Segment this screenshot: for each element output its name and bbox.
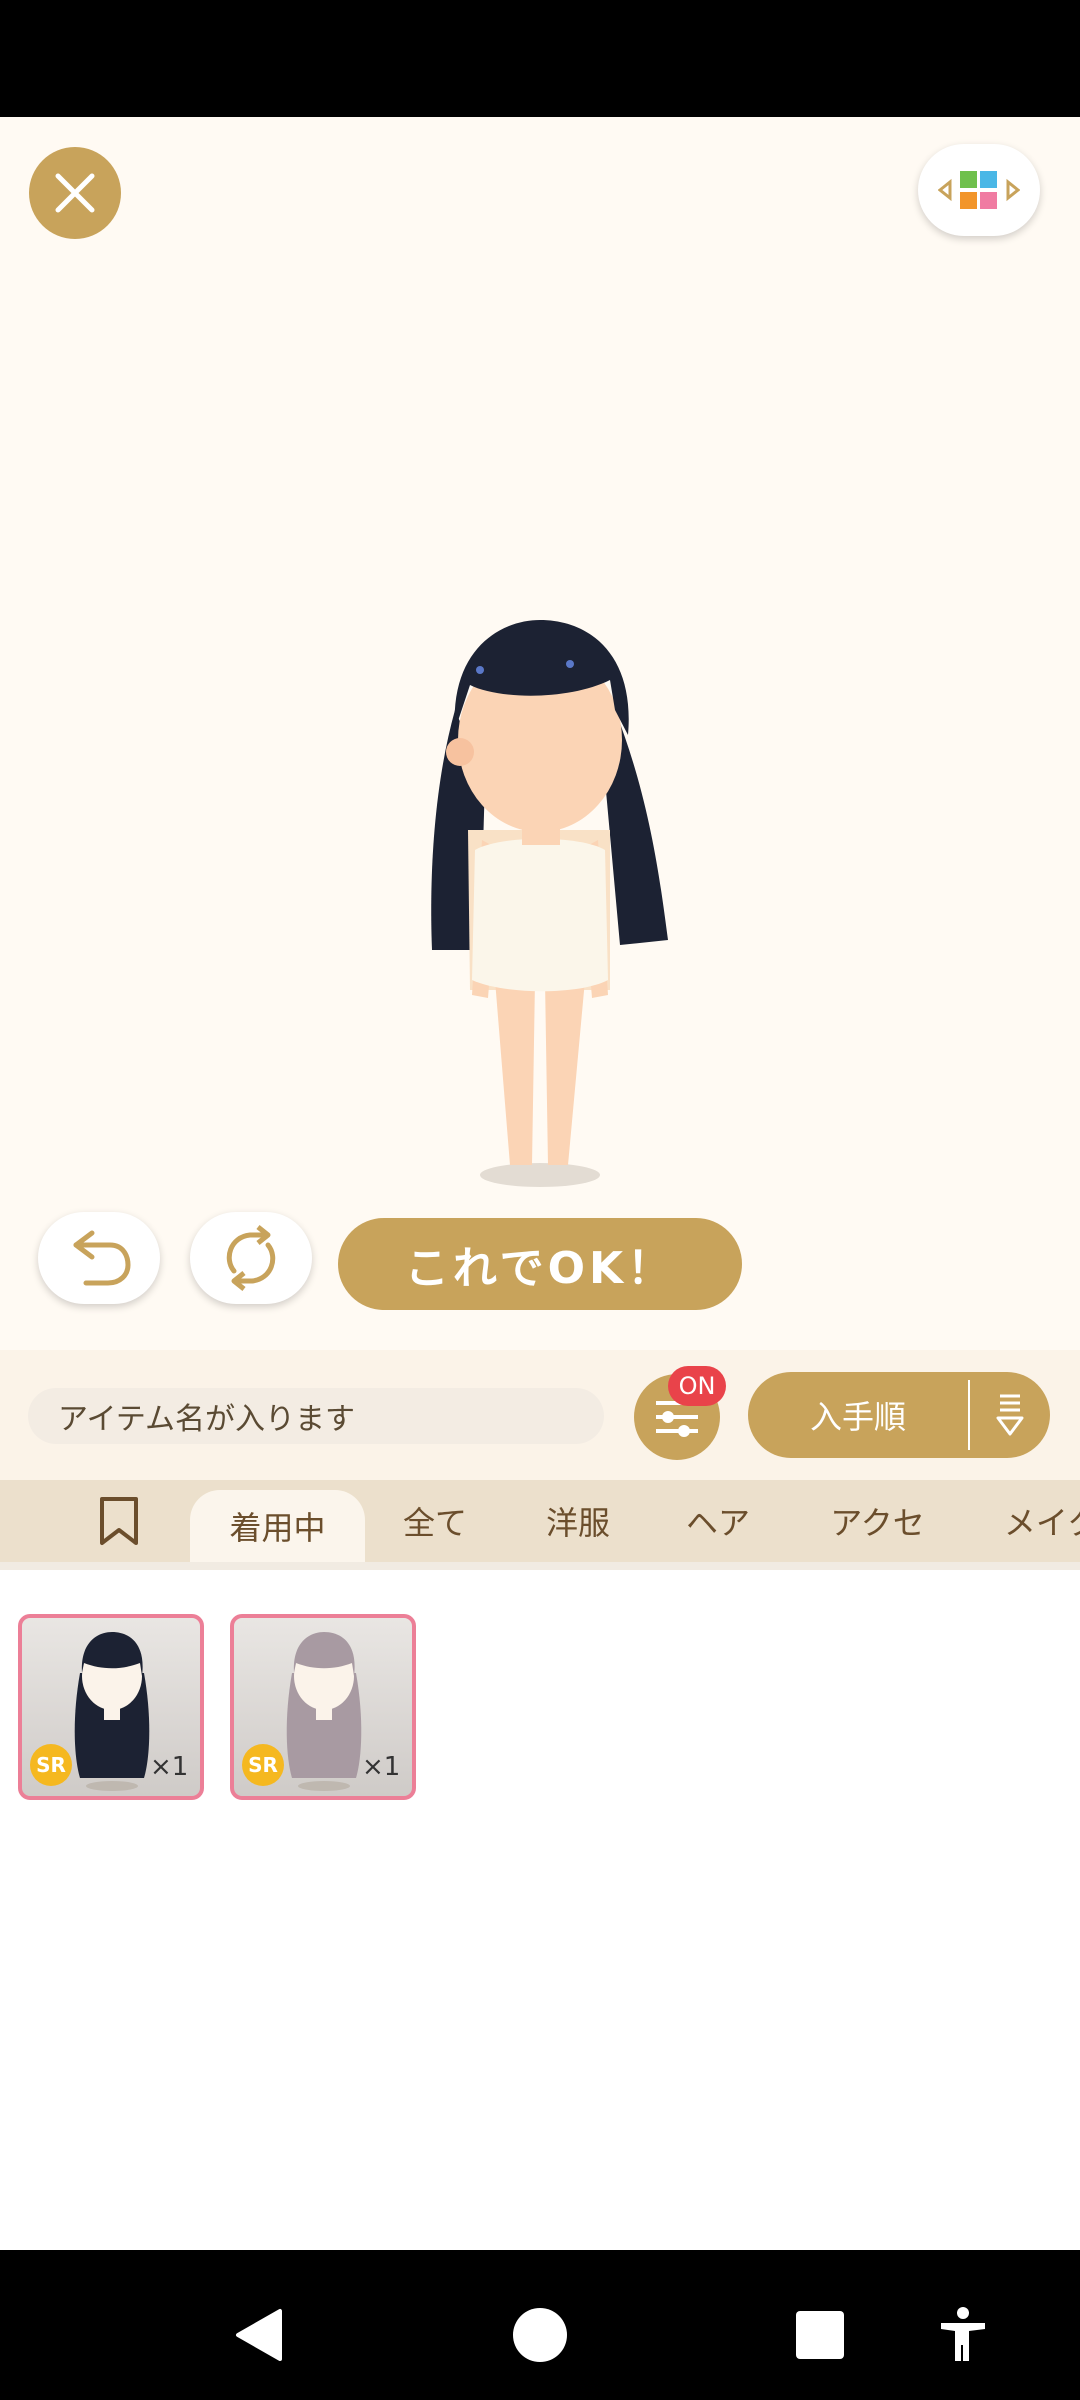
item-quantity: ×1 [150,1752,189,1782]
search-input[interactable]: アイテム名が入ります [28,1388,604,1444]
tab-clothes[interactable]: 洋服 [528,1480,628,1562]
layout-toggle-button[interactable] [918,144,1040,236]
undo-icon [73,1230,131,1286]
close-icon [55,173,95,213]
item-card[interactable]: SR ×1 [18,1614,204,1800]
avatar-figure [431,620,668,1187]
confirm-button[interactable]: これでOK！ [338,1218,742,1310]
bookmark-icon [100,1497,138,1545]
sort-divider [968,1380,970,1450]
refresh-icon [226,1225,276,1291]
sort-button[interactable]: 入手順 [748,1372,1050,1458]
filter-status-badge: ON [668,1366,726,1406]
tab-accessories[interactable]: アクセ [810,1480,945,1562]
reset-button[interactable] [190,1212,312,1304]
back-triangle-icon [236,2309,282,2361]
tab-wearing[interactable]: 着用中 [190,1490,365,1562]
grid-arrows-icon [938,171,1020,209]
item-quantity: ×1 [362,1752,401,1782]
tab-all[interactable]: 全て [385,1480,485,1562]
accessibility-nav-button[interactable] [928,2300,998,2370]
item-card[interactable]: SR ×1 [230,1614,416,1800]
undo-button[interactable] [38,1212,160,1304]
tab-makeup[interactable]: メイク [984,1480,1080,1562]
status-bar [0,0,1080,117]
category-tabs: 着用中 全て 洋服 ヘア アクセ メイク [0,1480,1080,1562]
back-nav-button[interactable] [225,2300,295,2370]
close-button[interactable] [29,147,121,239]
rarity-badge: SR [242,1744,284,1786]
home-circle-icon [513,2308,567,2362]
home-nav-button[interactable] [505,2300,575,2370]
sort-label: 入手順 [809,1398,906,1436]
bookmark-tab[interactable] [84,1480,154,1562]
accessibility-icon [941,2307,985,2361]
recents-nav-button[interactable] [785,2300,855,2370]
sort-order-icon[interactable] [980,1372,1040,1458]
tab-divider [0,1562,1080,1570]
recents-square-icon [796,2311,844,2359]
tab-hair[interactable]: ヘア [668,1480,768,1562]
rarity-badge: SR [30,1744,72,1786]
